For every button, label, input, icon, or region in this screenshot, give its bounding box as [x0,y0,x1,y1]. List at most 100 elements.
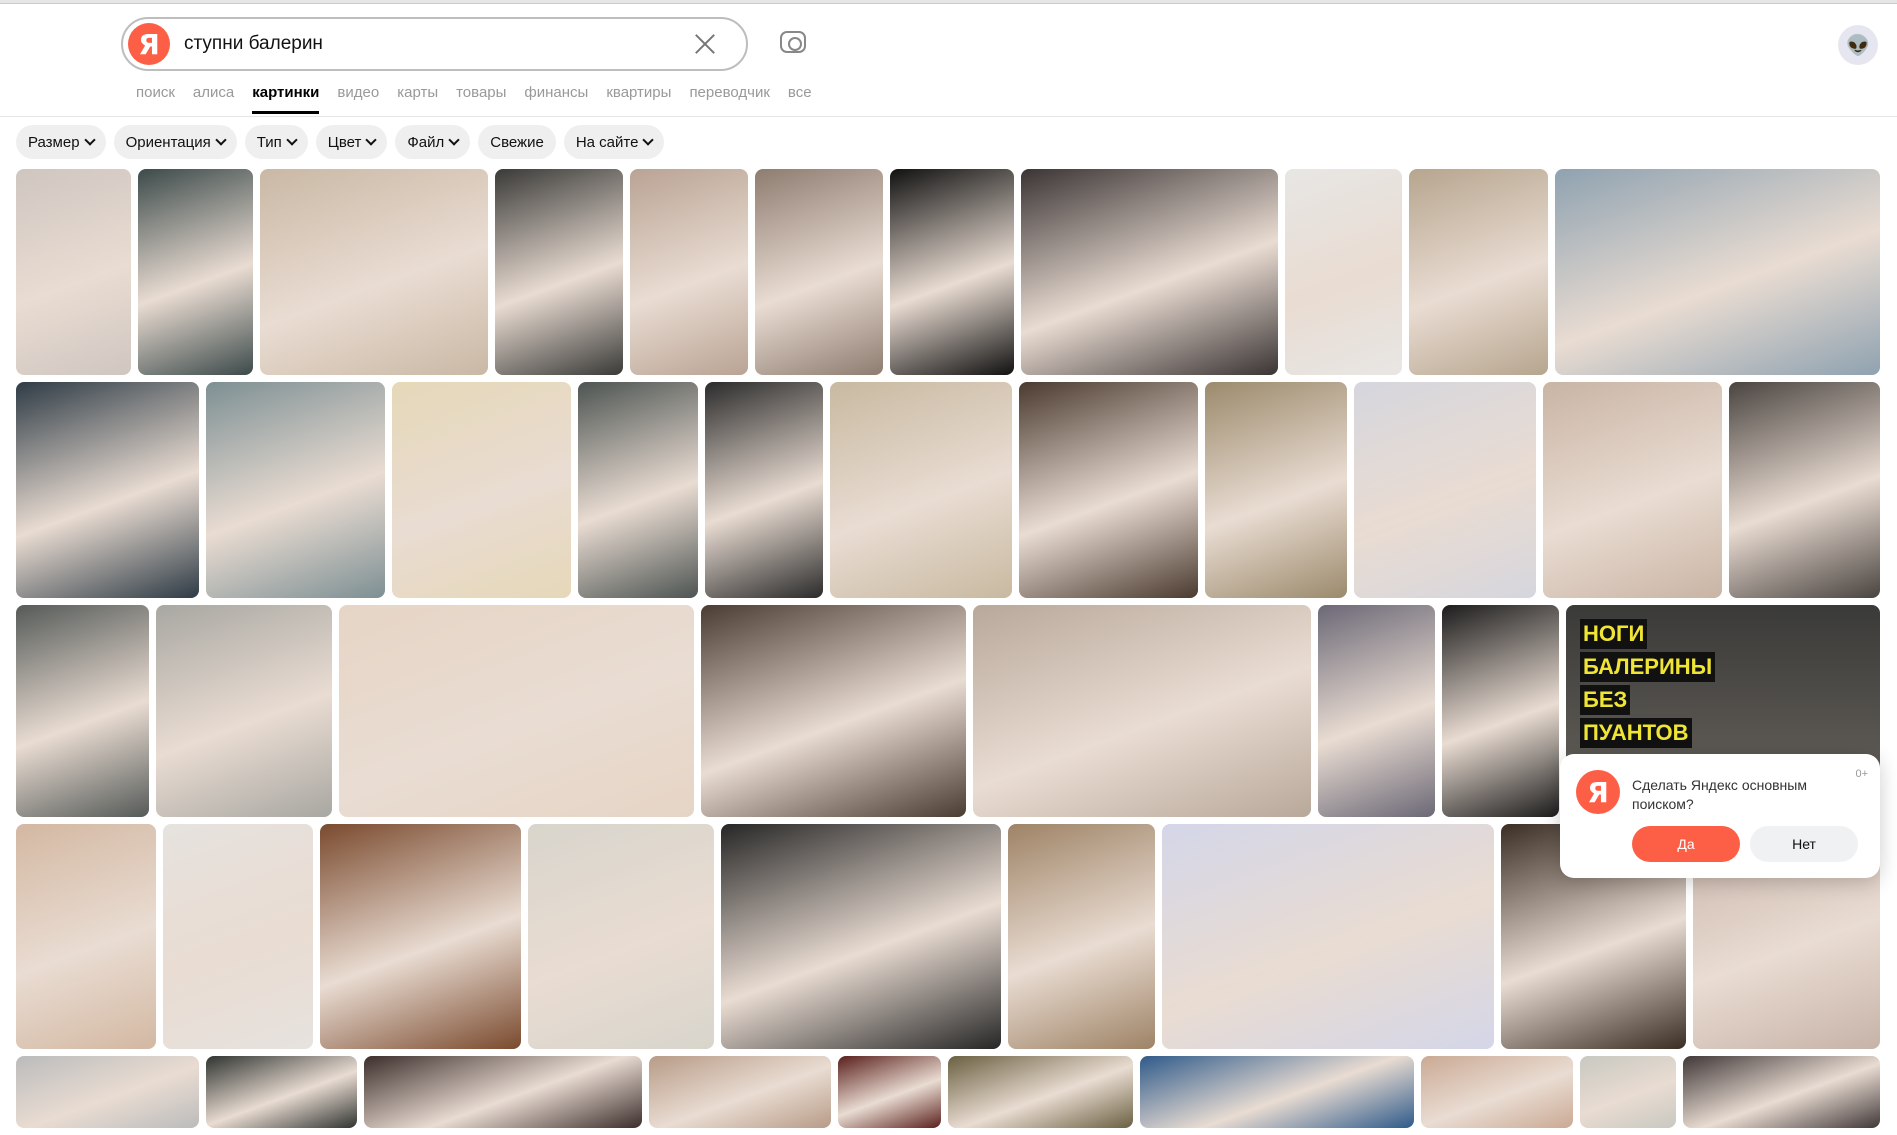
tab-4[interactable]: карты [397,84,438,114]
image-row [16,169,1880,375]
image-row [16,1056,1881,1128]
image-result[interactable] [259,169,489,375]
image-result[interactable] [364,1056,643,1128]
image-result[interactable] [1441,605,1560,817]
caption-line: НОГИ [1580,619,1648,649]
tab-0[interactable]: поиск [136,84,175,114]
search-tabs: поиск алиса картинки видео карты товары финанс… [136,84,812,114]
image-result[interactable] [1317,605,1435,817]
search-box[interactable]: Я [121,17,748,71]
chevron-down-icon [365,134,378,146]
image-result[interactable] [16,605,149,817]
image-result[interactable] [1408,169,1548,375]
tab-9[interactable]: все [788,84,812,114]
divider [0,116,1897,117]
image-result[interactable] [16,169,131,375]
filter-chip[interactable]: Тип [244,125,308,159]
image-result[interactable] [16,382,199,598]
image-result[interactable] [16,1056,200,1128]
image-result[interactable] [1728,382,1880,598]
image-result[interactable] [137,169,253,375]
yandex-logo: Я [1576,770,1620,814]
image-result[interactable] [1554,169,1880,375]
yes-button[interactable]: Да [1632,826,1740,862]
age-rating: 0+ [1855,768,1868,780]
image-result[interactable] [721,824,1002,1049]
clear-icon[interactable] [690,29,720,59]
image-caption: НОГИ БАЛЕРИНЫ БЕЗ ПУАНТОВ [1580,619,1716,751]
image-result[interactable] [206,1056,358,1128]
user-avatar[interactable]: 👽 [1838,25,1878,65]
chevron-down-icon [215,134,227,146]
chevron-down-icon [286,134,298,146]
filter-label: Ориентация [125,133,211,151]
image-row [16,382,1880,598]
image-result[interactable] [528,824,715,1049]
filter-chip[interactable]: На сайте [563,125,665,159]
caption-line: БАЛЕРИНЫ [1580,652,1716,682]
filter-label: Размер [28,133,80,151]
image-result[interactable] [1162,824,1495,1049]
image-result[interactable] [1683,1056,1881,1128]
filter-chip[interactable]: Цвет [315,125,388,159]
image-result[interactable] [1579,1056,1677,1128]
chevron-down-icon [448,134,460,146]
image-result[interactable] [1542,382,1722,598]
image-result[interactable] [1139,1056,1414,1128]
image-result[interactable] [649,1056,832,1128]
chevron-down-icon [83,134,96,146]
filter-chip[interactable]: Свежие [478,125,556,159]
image-result[interactable] [838,1056,941,1128]
image-result[interactable] [754,169,883,375]
tab-8[interactable]: переводчик [689,84,769,114]
filter-chip[interactable]: Размер [16,125,106,159]
image-result[interactable] [163,824,313,1049]
tab-3[interactable]: видео [337,84,379,114]
image-result[interactable] [1021,169,1278,375]
image-result[interactable] [155,605,333,817]
caption-line: ПУАНТОВ [1580,718,1692,748]
image-result[interactable] [1354,382,1536,598]
image-result[interactable] [947,1056,1133,1128]
caption-line: БЕЗ [1580,685,1631,715]
image-result[interactable] [1284,169,1402,375]
image-result[interactable] [339,605,695,817]
yandex-logo[interactable]: Я [128,23,170,65]
tab-5[interactable]: товары [456,84,506,114]
no-button[interactable]: Нет [1750,826,1858,862]
filter-label: Тип [256,133,282,151]
filter-label: На сайте [575,133,639,151]
default-search-popup: Я Сделать Яндекс основным поиском? 0+ Да… [1560,754,1880,878]
image-result[interactable] [391,382,571,598]
image-result[interactable] [1420,1056,1573,1128]
image-result[interactable] [577,382,698,598]
camera-search-icon[interactable] [780,31,806,53]
image-result[interactable] [972,605,1311,817]
image-result[interactable] [319,824,522,1049]
image-result[interactable] [1204,382,1348,598]
tab-2[interactable]: картинки [252,84,320,114]
tab-1[interactable]: алиса [193,84,234,114]
filter-bar: Размер Ориентация Тип Цвет Файл Свежие На сайт… [16,125,665,159]
filter-label: Цвет [327,133,362,151]
tab-6[interactable]: финансы [524,84,588,114]
browser-top-bar [0,0,1897,4]
image-result[interactable] [889,169,1015,375]
image-result[interactable] [701,605,966,817]
filter-chip[interactable]: Файл [395,125,471,159]
image-result[interactable] [630,169,748,375]
tab-7[interactable]: квартиры [606,84,671,114]
image-result[interactable] [16,824,156,1049]
image-result[interactable] [495,169,624,375]
image-result[interactable] [205,382,385,598]
image-results-grid: НОГИ БАЛЕРИНЫ БЕЗ ПУАНТОВ [16,169,1881,1135]
chevron-down-icon [642,134,655,146]
search-input[interactable] [184,33,690,55]
popup-text: Сделать Яндекс основным поиском? [1632,777,1807,812]
image-result[interactable] [830,382,1012,598]
image-result[interactable] [1018,382,1198,598]
filter-chip[interactable]: Ориентация [113,125,237,159]
filter-label: Свежие [490,133,544,151]
image-result[interactable] [1008,824,1156,1049]
image-result[interactable] [704,382,824,598]
